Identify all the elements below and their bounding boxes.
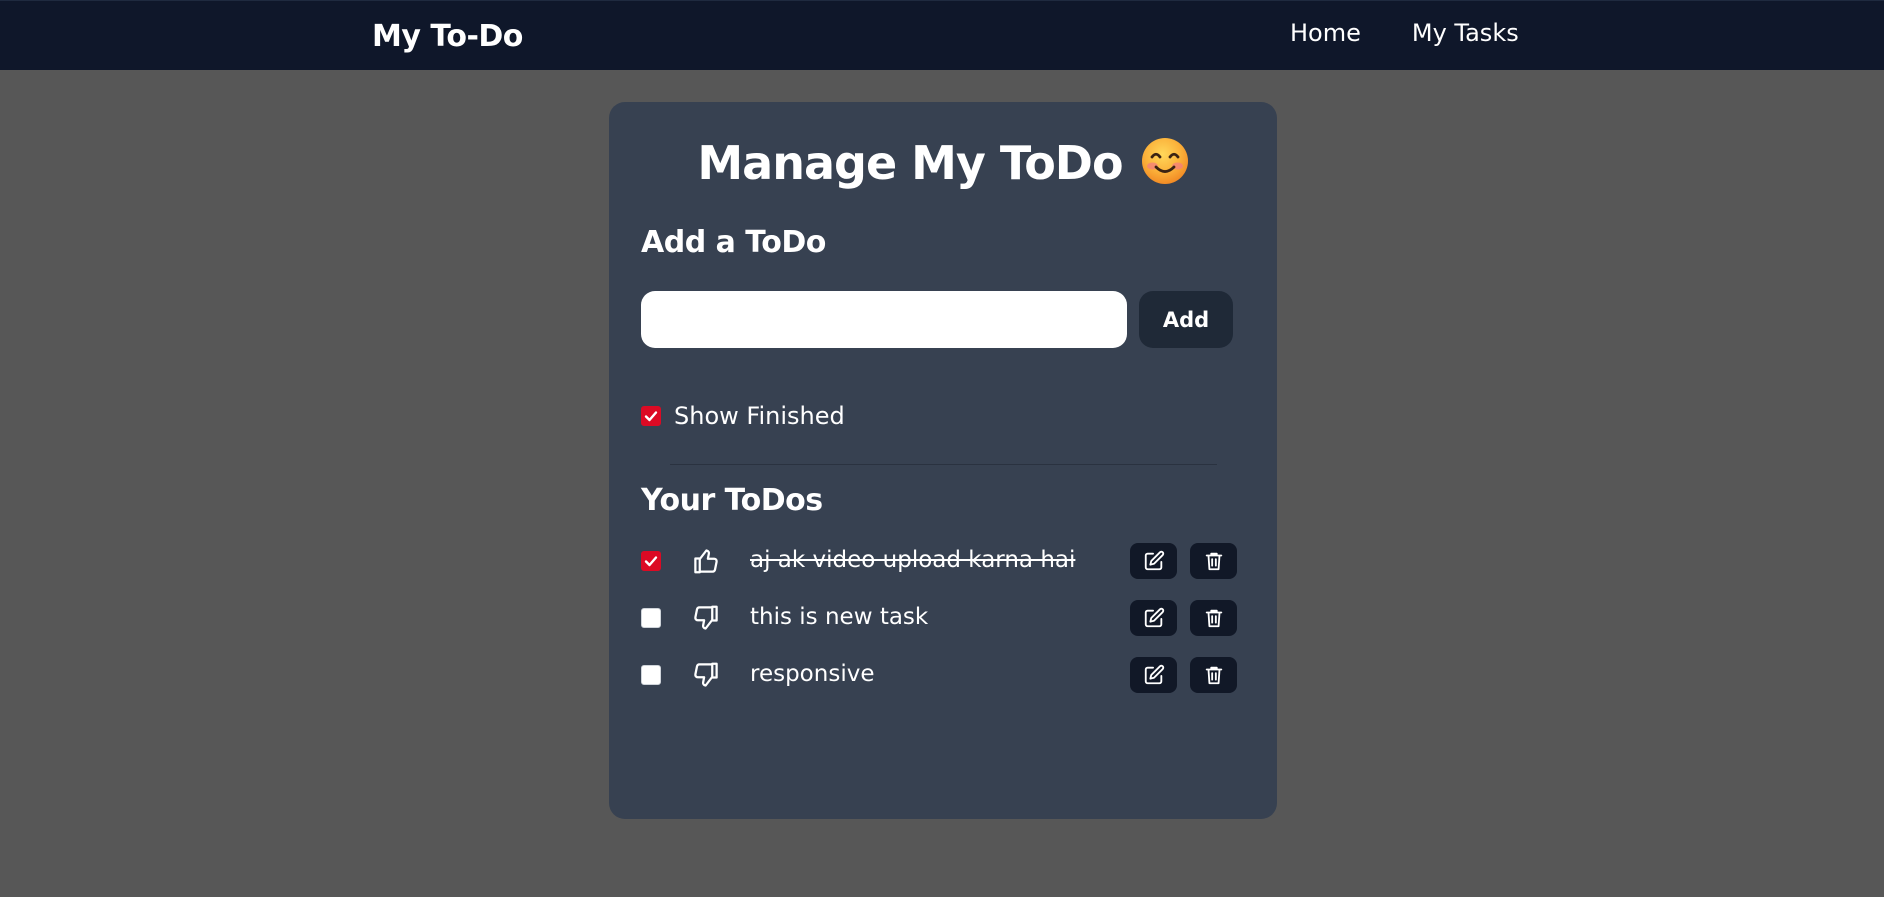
brand-title: My To-Do: [372, 19, 523, 54]
nav-link-home[interactable]: Home: [1290, 19, 1361, 47]
your-todos-heading: Your ToDos: [641, 483, 823, 518]
thumbs-down-icon: [694, 662, 718, 687]
delete-button[interactable]: [1190, 543, 1237, 579]
divider: [670, 464, 1217, 465]
nav-links: Home My Tasks: [1290, 19, 1519, 47]
navbar: My To-Do Home My Tasks: [0, 0, 1884, 70]
edit-button[interactable]: [1130, 543, 1177, 579]
add-button[interactable]: Add: [1139, 291, 1233, 348]
thumbs-down-icon: [694, 605, 718, 630]
thumbs-up-icon: [694, 549, 718, 574]
todo-text: responsive: [750, 661, 875, 687]
todo-card: Manage My ToDo Add a ToDo Add Show Finis…: [609, 102, 1277, 819]
todo-item: this is new task: [641, 600, 1237, 636]
todo-checkbox[interactable]: [641, 665, 661, 685]
checkmark-icon: [644, 411, 658, 422]
edit-icon: [1144, 550, 1164, 571]
delete-button[interactable]: [1190, 600, 1237, 636]
delete-button[interactable]: [1190, 657, 1237, 693]
add-todo-heading: Add a ToDo: [641, 225, 826, 260]
edit-button[interactable]: [1130, 657, 1177, 693]
todo-checkbox[interactable]: [641, 608, 661, 628]
trash-icon: [1205, 552, 1222, 571]
page-title-text: Manage My ToDo: [697, 136, 1123, 190]
show-finished-label: Show Finished: [674, 402, 845, 430]
todo-item: responsive: [641, 657, 1237, 693]
edit-icon: [1144, 664, 1164, 685]
checkmark-icon: [644, 556, 658, 567]
page-title: Manage My ToDo: [609, 136, 1277, 190]
show-finished-checkbox[interactable]: [641, 406, 661, 426]
edit-button[interactable]: [1130, 600, 1177, 636]
todo-checkbox[interactable]: [641, 551, 661, 571]
todo-item: aj ak video upload karna hai: [641, 543, 1237, 579]
todo-text: this is new task: [750, 604, 929, 630]
todo-input[interactable]: [641, 291, 1127, 348]
trash-icon: [1205, 609, 1222, 628]
trash-icon: [1205, 666, 1222, 685]
nav-link-my-tasks[interactable]: My Tasks: [1412, 19, 1519, 47]
smiling-face-emoji-icon: [1141, 138, 1188, 184]
edit-icon: [1144, 607, 1164, 628]
show-finished-toggle[interactable]: Show Finished: [641, 402, 845, 430]
todo-text: aj ak video upload karna hai: [750, 547, 1076, 573]
